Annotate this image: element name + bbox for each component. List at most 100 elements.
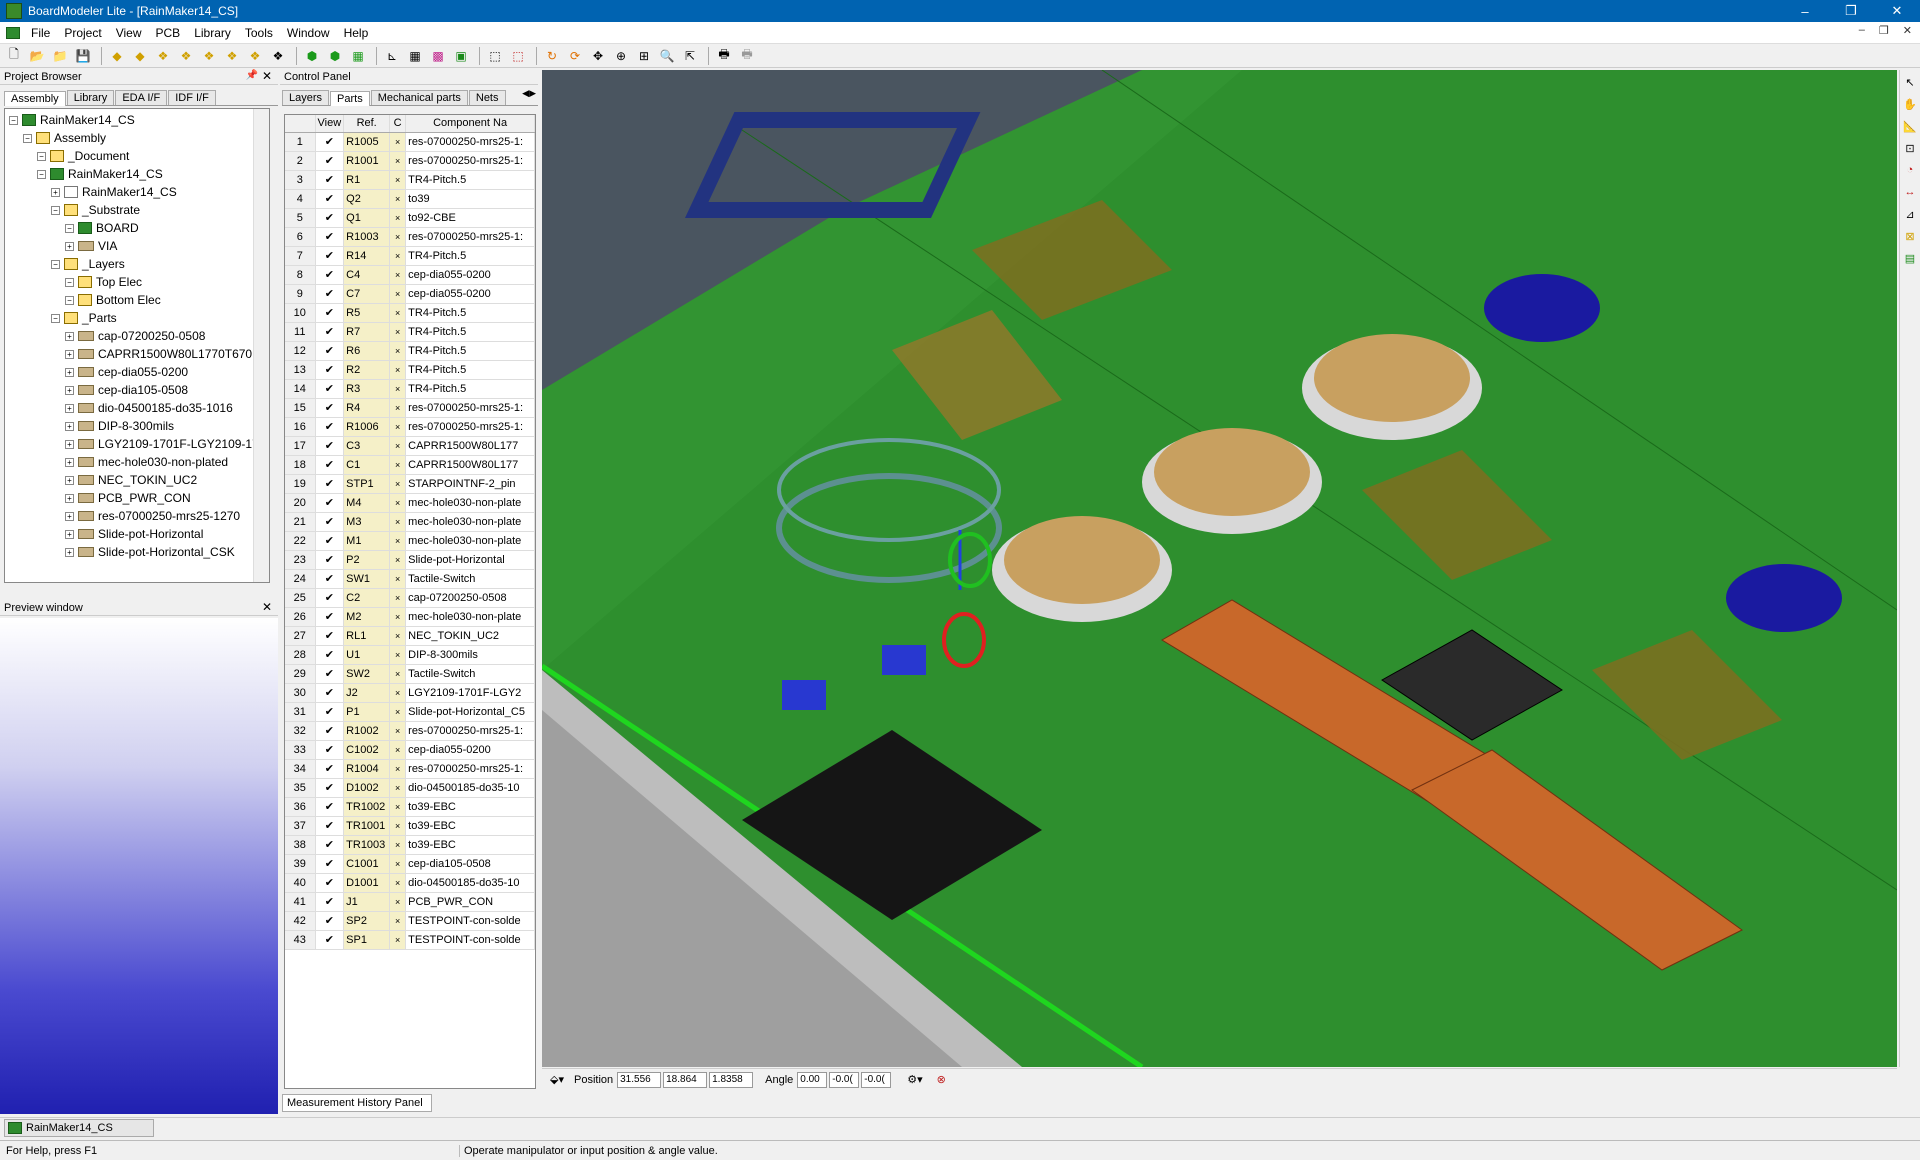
tree-node[interactable]: + cep-dia105-0508 [5,381,269,399]
menu-pcb[interactable]: PCB [149,26,188,40]
angle-icon[interactable]: ◔ [1902,164,1918,180]
expand-icon[interactable]: + [65,403,74,413]
c-cell[interactable]: × [389,721,407,741]
menu-help[interactable]: Help [337,26,376,40]
c-cell[interactable]: × [389,854,407,874]
3d-viewport[interactable] [542,70,1897,1067]
expand-icon[interactable]: − [51,313,60,323]
c-cell[interactable]: × [389,740,407,760]
measurement-history-tab[interactable]: Measurement History Panel [282,1094,432,1112]
parts-row[interactable]: 33 ✔ C1002 × cep-dia055-0200 [285,740,535,760]
c-cell[interactable]: × [389,208,407,228]
dimension-icon[interactable]: ⊿ [1902,208,1918,224]
expand-icon[interactable]: + [65,367,74,377]
view-checkbox[interactable]: ✔ [315,550,345,570]
tree-node[interactable]: + LGY2109-1701F-LGY2109-17 [5,435,269,453]
tree-node[interactable]: − RainMaker14_CS [5,165,269,183]
view-checkbox[interactable]: ✔ [315,474,345,494]
expand-icon[interactable]: + [65,493,74,503]
tree-node[interactable]: + PCB_PWR_CON [5,489,269,507]
tree-node[interactable]: − _Substrate [5,201,269,219]
parts-row[interactable]: 23 ✔ P2 × Slide-pot-Horizontal [285,550,535,570]
expand-icon[interactable]: + [65,349,74,359]
menu-project[interactable]: Project [57,26,108,40]
expand-icon[interactable]: + [65,241,74,251]
part-tool-8-icon[interactable]: ❖ [268,46,288,66]
c-cell[interactable]: × [389,132,407,152]
view-checkbox[interactable]: ✔ [315,664,345,684]
print-icon[interactable]: 🖶 [714,46,734,66]
view-checkbox[interactable]: ✔ [315,132,345,152]
view-checkbox[interactable]: ✔ [315,607,345,627]
tab-parts[interactable]: Parts [330,91,370,106]
expand-icon[interactable]: + [65,439,74,449]
c-cell[interactable]: × [389,246,407,266]
tree-node[interactable]: + dio-04500185-do35-1016 [5,399,269,417]
parts-row[interactable]: 15 ✔ R4 × res-07000250-mrs25-1: [285,398,535,418]
tree-node[interactable]: − RainMaker14_CS [5,111,269,129]
c-cell[interactable]: × [389,645,407,665]
c-cell[interactable]: × [389,284,407,304]
expand-icon[interactable]: + [65,547,74,557]
view-checkbox[interactable]: ✔ [315,379,345,399]
layer-bottom-icon[interactable]: ⬢ [325,46,345,66]
expand-icon[interactable]: + [65,529,74,539]
view-checkbox[interactable]: ✔ [315,341,345,361]
parts-row[interactable]: 19 ✔ STP1 × STARPOINTNF-2_pin [285,474,535,494]
view-checkbox[interactable]: ✔ [315,721,345,741]
parts-row[interactable]: 6 ✔ R1003 × res-07000250-mrs25-1: [285,227,535,247]
tree-node[interactable]: + cap-07200250-0508 [5,327,269,345]
view-checkbox[interactable]: ✔ [315,436,345,456]
view-checkbox[interactable]: ✔ [315,493,345,513]
tab-library[interactable]: Library [66,90,115,105]
col-component-name[interactable]: Component Na [405,115,535,133]
c-cell[interactable]: × [389,398,407,418]
c-cell[interactable]: × [389,835,407,855]
expand-icon[interactable]: − [51,205,60,215]
zoom-window-icon[interactable]: 🔍 [657,46,677,66]
view-checkbox[interactable]: ✔ [315,702,345,722]
view-checkbox[interactable]: ✔ [315,151,345,171]
pin-icon[interactable]: 📌 [246,70,258,81]
c-cell[interactable]: × [389,664,407,684]
angle-2-input[interactable] [829,1071,860,1088]
view-checkbox[interactable]: ✔ [315,930,345,950]
grid-icon[interactable]: ▦ [405,46,425,66]
c-cell[interactable]: × [389,189,407,209]
menu-file[interactable]: File [24,26,57,40]
tree-node[interactable]: − Top Elec [5,273,269,291]
export-icon[interactable]: ⇱ [680,46,700,66]
close-icon[interactable]: ✕ [262,69,272,83]
expand-icon[interactable]: − [65,223,74,233]
pan-icon[interactable]: ✥ [588,46,608,66]
open-icon[interactable]: 📂 [27,46,47,66]
tree-node[interactable]: + mec-hole030-non-plated [5,453,269,471]
parts-row[interactable]: 37 ✔ TR1001 × to39-EBC [285,816,535,836]
parts-row[interactable]: 35 ✔ D1002 × dio-04500185-do35-10 [285,778,535,798]
parts-row[interactable]: 20 ✔ M4 × mec-hole030-non-plate [285,493,535,513]
parts-row[interactable]: 13 ✔ R2 × TR4-Pitch.5 [285,360,535,380]
view-checkbox[interactable]: ✔ [315,360,345,380]
zoom-fit-icon[interactable]: ⊕ [611,46,631,66]
parts-row[interactable]: 18 ✔ C1 × CAPRR1500W80L177 [285,455,535,475]
view-checkbox[interactable]: ✔ [315,816,345,836]
expand-icon[interactable]: − [65,295,74,305]
parts-row[interactable]: 30 ✔ J2 × LGY2109-1701F-LGY2 [285,683,535,703]
mdi-restore-button[interactable]: ❐ [1879,24,1889,37]
position-x-input[interactable] [617,1071,662,1088]
parts-row[interactable]: 12 ✔ R6 × TR4-Pitch.5 [285,341,535,361]
view-checkbox[interactable]: ✔ [315,683,345,703]
c-cell[interactable]: × [389,626,407,646]
tree-node[interactable]: − BOARD [5,219,269,237]
c-cell[interactable]: × [389,227,407,247]
tab-nets[interactable]: Nets [468,90,506,105]
position-z-input[interactable] [709,1071,754,1088]
tree-node[interactable]: − Bottom Elec [5,291,269,309]
expand-icon[interactable]: − [65,277,74,287]
view-checkbox[interactable]: ✔ [315,417,345,437]
preview-close-icon[interactable]: ✕ [262,600,272,614]
c-cell[interactable]: × [389,588,407,608]
parts-row[interactable]: 36 ✔ TR1002 × to39-EBC [285,797,535,817]
view-checkbox[interactable]: ✔ [315,303,345,323]
view-checkbox[interactable]: ✔ [315,740,345,760]
